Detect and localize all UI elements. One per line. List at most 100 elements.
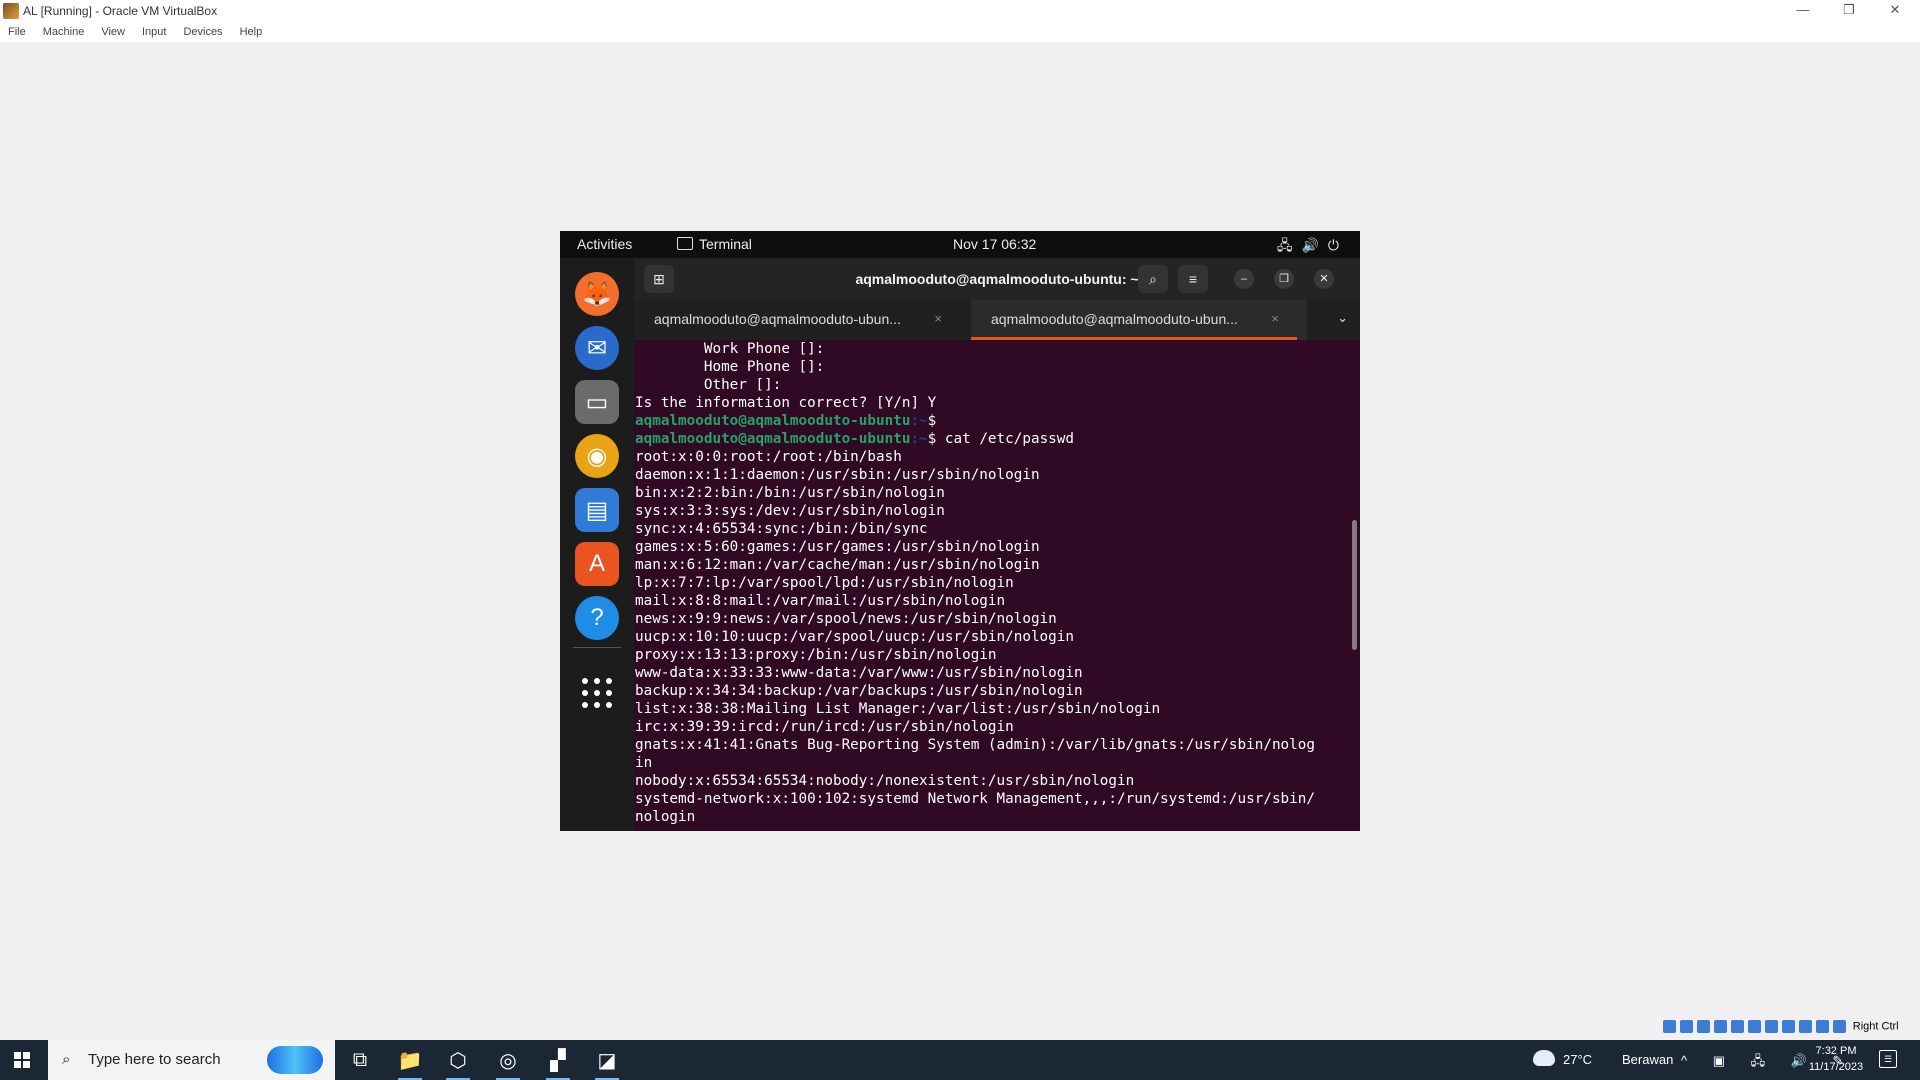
vbox-title-bar: AL [Running] - Oracle VM VirtualBox — ❐ … [0,0,1920,22]
terminal-line: Other []: [635,377,782,393]
terminal-line: mail:x:8:8:mail:/var/mail:/usr/sbin/nolo… [635,593,1006,609]
terminal-tab-bar: aqmalmooduto@aqmalmooduto-ubun... × aqma… [634,300,1360,340]
terminal-scrollbar[interactable] [1352,520,1357,650]
terminal-line: proxy:x:13:13:proxy:/bin:/usr/sbin/nolog… [635,647,997,663]
terminal-window: ⊞ aqmalmooduto@aqmalmooduto-ubuntu: ~ ⌕ … [634,258,1360,831]
prompt-command: $ cat /etc/passwd [927,431,1074,447]
vbox-status-bar: Right Ctrl [1663,1020,1899,1038]
app-6-glyph: ◪ [597,1049,617,1072]
app-5-icon[interactable]: ▞ [538,1044,578,1080]
file-explorer-icon[interactable]: 📁 [390,1044,430,1080]
menu-input[interactable]: Input [142,22,166,42]
audio-icon[interactable] [1697,1020,1710,1033]
chrome-glyph: ◎ [499,1049,517,1072]
mouse-integration-icon[interactable] [1816,1020,1829,1033]
vm-screen[interactable]: Activities Terminal Nov 17 06:32 🖧🔊⏻ 🦊 ✉ ▭… [560,231,1360,831]
keyboard-icon[interactable] [1833,1020,1846,1033]
terminal-output[interactable]: Work Phone []: Home Phone []: Other []: I… [634,340,1353,831]
terminal-close-button[interactable]: ✕ [1314,269,1334,289]
search-button[interactable]: ⌕ [1138,265,1168,293]
terminal-line: nobody:x:65534:65534:nobody:/nonexistent… [635,773,1135,789]
terminal-icon [677,237,693,250]
notification-center-icon[interactable]: ☰ [1879,1050,1897,1068]
usb-icon[interactable] [1731,1020,1744,1033]
gnome-top-bar: Activities Terminal Nov 17 06:32 🖧🔊⏻ [560,231,1360,258]
terminal-line: lp:x:7:7:lp:/var/spool/lpd:/usr/sbin/nol… [635,575,1014,591]
terminal-line: bin:x:2:2:bin:/bin:/usr/sbin/nologin [635,485,945,501]
terminal-tab-2[interactable]: aqmalmooduto@aqmalmooduto-ubun... × [971,300,1307,340]
files-icon[interactable]: ▭ [575,380,619,424]
taskbar-clock[interactable]: 7:32 PM 11/17/2023 [1802,1043,1870,1075]
terminal-line: Is the information correct? [Y/n] Y [635,395,937,411]
app-menu-label: Terminal [699,236,752,252]
weather-temperature: 27°C [1563,1052,1593,1067]
terminal-line: www-data:x:33:33:www-data:/var/www:/usr/… [635,665,1083,681]
tab-overflow-chevron-icon[interactable]: ⌄ [1337,310,1348,326]
network-icon[interactable] [1714,1020,1727,1033]
prompt-path: :~ [910,431,928,447]
software-icon[interactable]: A [575,542,619,586]
rhythmbox-icon[interactable]: ◉ [575,434,619,478]
cloudy-weather-icon [1533,1050,1555,1066]
tab-label: aqmalmooduto@aqmalmooduto-ubun... [654,311,901,327]
terminal-tab-1[interactable]: aqmalmooduto@aqmalmooduto-ubun... × [634,300,970,340]
thunderbird-icon[interactable]: ✉ [575,326,619,370]
terminal-maximize-button[interactable]: ❐ [1274,269,1294,289]
terminal-minimize-button[interactable]: – [1234,269,1254,289]
terminal-line: sys:x:3:3:sys:/dev:/usr/sbin/nologin [635,503,945,519]
bing-chat-icon[interactable] [267,1046,323,1074]
task-view-glyph: ⧉ [352,1048,368,1071]
firefox-icon[interactable]: 🦊 [575,272,619,316]
terminal-line: games:x:5:60:games:/usr/games:/usr/sbin/… [635,539,1040,555]
menu-help[interactable]: Help [240,22,263,42]
display-icon[interactable] [1765,1020,1778,1033]
terminal-line: irc:x:39:39:ircd:/run/ircd:/usr/sbin/nol… [635,719,1014,735]
terminal-line: nologin [635,809,696,825]
file-explorer-glyph: 📁 [397,1049,423,1072]
app-6-icon[interactable]: ◪ [587,1044,627,1080]
taskbar-date: 11/17/2023 [1808,1061,1864,1073]
prompt-user: aqmalmooduto@aqmalmooduto-ubuntu [635,431,911,447]
ubuntu-dock: 🦊 ✉ ▭ ◉ ▤ A? [560,258,634,831]
clock[interactable]: Nov 17 06:32 [953,236,1036,252]
search-icon: ⌕ [62,1051,71,1068]
optical-icon[interactable] [1680,1020,1693,1033]
restore-button[interactable]: ❐ [1826,0,1872,22]
close-button[interactable]: ✕ [1872,0,1918,22]
chrome-icon[interactable]: ◎ [488,1044,528,1080]
system-menu-icons[interactable]: 🖧🔊⏻ [1277,235,1348,259]
terminal-line: list:x:38:38:Mailing List Manager:/var/l… [635,701,1161,717]
terminal-headerbar: ⊞ aqmalmooduto@aqmalmooduto-ubuntu: ~ ⌕ … [634,258,1360,300]
virtualbox-icon[interactable]: ⬡ [438,1044,478,1080]
terminal-line: gnats:x:41:41:Gnats Bug-Reporting System… [635,737,1315,753]
writer-icon[interactable]: ▤ [575,488,619,532]
terminal-line: systemd-network:x:100:102:systemd Networ… [635,791,1315,807]
task-view-icon[interactable]: ⧉ [340,1044,380,1076]
prompt-command: $ [927,413,945,429]
menu-file[interactable]: File [8,22,26,42]
recording-icon[interactable] [1782,1020,1795,1033]
terminal-line: aqmalmooduto@aqmalmooduto-ubuntu:~$ [635,412,1353,430]
menu-devices[interactable]: Devices [183,22,222,42]
storage-icon[interactable] [1663,1020,1676,1033]
vbox-menu-bar: File Machine View Input Devices Help [0,22,1920,42]
minimize-button[interactable]: — [1780,0,1826,22]
shared-folder-icon[interactable] [1748,1020,1761,1033]
app-menu[interactable]: Terminal [677,236,752,252]
windows-start-icon[interactable] [14,1052,30,1068]
terminal-line: root:x:0:0:root:/root:/bin/bash [635,449,902,465]
terminal-line: Home Phone []: [635,359,825,375]
tab-close-icon[interactable]: × [934,311,942,326]
hamburger-menu-button[interactable]: ≡ [1178,265,1208,293]
taskbar-search-box[interactable]: ⌕ Type here to search [48,1040,335,1080]
host-key-label: Right Ctrl [1852,1020,1899,1033]
help-icon[interactable]: ? [575,596,619,640]
show-applications-icon[interactable] [581,677,613,709]
terminal-line: news:x:9:9:news:/var/spool/news:/usr/sbi… [635,611,1057,627]
menu-machine[interactable]: Machine [43,22,85,42]
tab-close-icon[interactable]: × [1271,311,1279,326]
menu-view[interactable]: View [101,22,125,42]
virtualbox-app-icon [3,3,19,19]
activities-button[interactable]: Activities [577,236,632,252]
cpu-icon[interactable] [1799,1020,1812,1033]
